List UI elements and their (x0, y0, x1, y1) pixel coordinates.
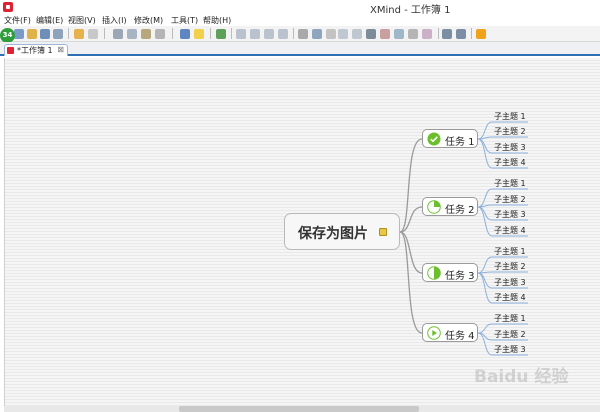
subtopic-4-1[interactable]: 子主题 1 (494, 313, 526, 324)
sub-line (477, 204, 528, 208)
task-start-icon (427, 326, 441, 340)
subtopic-3-3[interactable]: 子主题 3 (494, 277, 526, 288)
subtopic-4-2[interactable]: 子主题 2 (494, 329, 526, 340)
subtopic-1-2[interactable]: 子主题 2 (494, 126, 526, 137)
subtopic-3-4[interactable]: 子主题 4 (494, 292, 526, 303)
subtopic-3-1[interactable]: 子主题 1 (494, 246, 526, 257)
main-topic-label: 任务 1 (445, 137, 475, 148)
subtopic-4-3[interactable]: 子主题 3 (494, 344, 526, 355)
subtopic-1-4[interactable]: 子主题 4 (494, 157, 526, 168)
main-topic-label: 任务 3 (445, 271, 475, 282)
subtopic-3-2[interactable]: 子主题 2 (494, 261, 526, 272)
branch-line (399, 231, 423, 334)
main-topic-label: 任务 4 (445, 331, 475, 342)
subtopic-2-1[interactable]: 子主题 1 (494, 178, 526, 189)
subtopic-2-3[interactable]: 子主题 3 (494, 209, 526, 220)
main-topic-4[interactable]: 任务 4 (422, 323, 478, 342)
horizontal-scrollbar[interactable] (4, 406, 600, 412)
task-complete-icon (427, 132, 441, 146)
task-quarter-icon (427, 200, 441, 214)
branch-line (399, 231, 423, 274)
note-icon[interactable] (379, 228, 387, 236)
main-topic-1[interactable]: 任务 1 (422, 129, 478, 148)
subtopic-2-4[interactable]: 子主题 4 (494, 225, 526, 236)
central-topic-label: 保存为图片 (298, 226, 368, 242)
subtopic-1-3[interactable]: 子主题 3 (494, 142, 526, 153)
subtopic-1-1[interactable]: 子主题 1 (494, 111, 526, 122)
sub-line (477, 136, 528, 140)
central-topic[interactable]: 保存为图片 (284, 213, 400, 250)
baidu-watermark: Baidu 经验 (474, 367, 569, 387)
main-topic-label: 任务 2 (445, 205, 475, 216)
task-half-icon (427, 266, 441, 280)
main-topic-3[interactable]: 任务 3 (422, 263, 478, 282)
sub-line (477, 271, 528, 274)
subtopic-2-2[interactable]: 子主题 2 (494, 194, 526, 205)
scrollbar-thumb[interactable] (179, 406, 419, 412)
main-topic-2[interactable]: 任务 2 (422, 197, 478, 216)
